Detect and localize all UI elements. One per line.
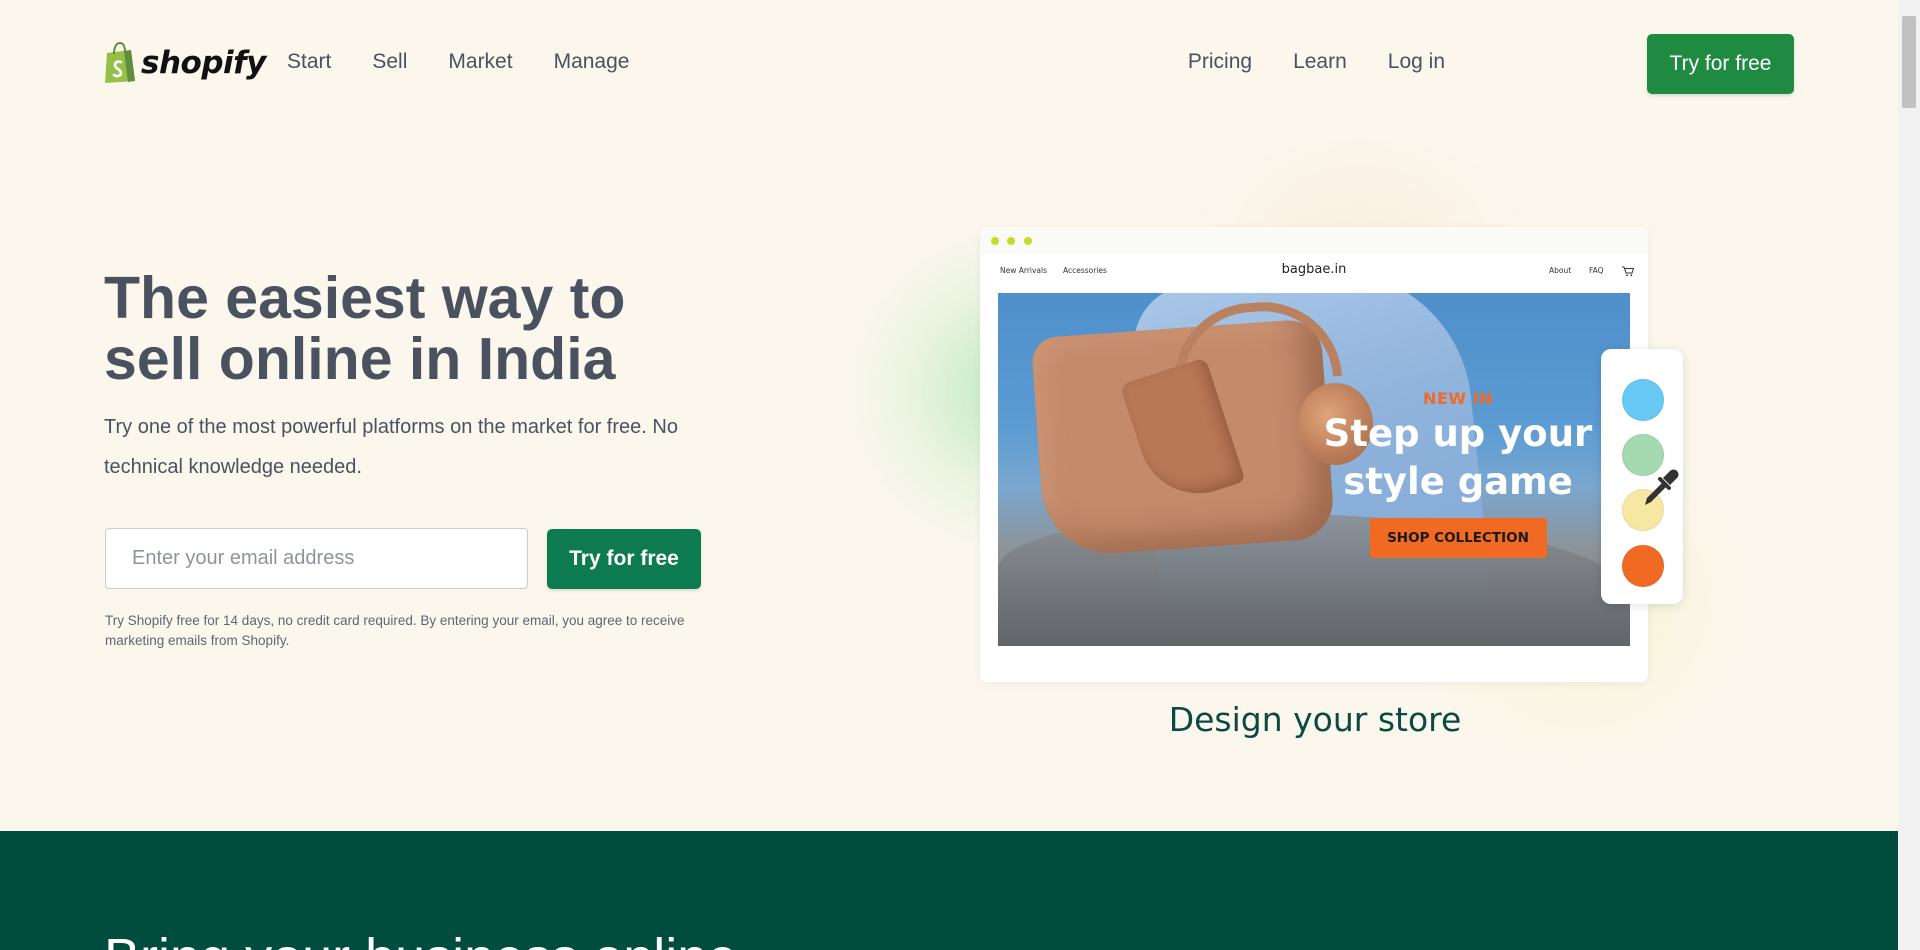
scrollbar-thumb[interactable] <box>1902 16 1916 108</box>
nav-manage[interactable]: Manage <box>554 50 630 74</box>
color-swatch-blue[interactable] <box>1622 379 1664 421</box>
store-promo: NEW IN Step up your style game SHOP COLL… <box>1298 389 1618 558</box>
promo-title: Step up your style game <box>1323 412 1593 503</box>
store-nav-about: About <box>1549 266 1572 275</box>
shop-collection-button: SHOP COLLECTION <box>1369 518 1547 558</box>
hero-title: The easiest way to sell online in India <box>104 265 626 392</box>
secondary-nav: Pricing Learn Log in <box>1188 50 1445 74</box>
nav-pricing[interactable]: Pricing <box>1188 50 1252 74</box>
store-navigation: New Arrivals Accessories bagbae.in About… <box>980 254 1648 290</box>
nav-market[interactable]: Market <box>448 50 512 74</box>
color-swatch-orange[interactable] <box>1622 545 1664 587</box>
window-dot <box>1007 237 1015 245</box>
shopping-bag-icon <box>105 42 135 83</box>
browser-title-bar <box>980 227 1648 254</box>
color-palette <box>1601 349 1683 604</box>
handbag-graphic <box>1030 296 1343 558</box>
site-header: shopify Start Sell Market Manage Pricing… <box>0 0 1898 126</box>
nav-learn[interactable]: Learn <box>1293 50 1347 74</box>
nav-sell[interactable]: Sell <box>372 50 407 74</box>
store-preview-window: New Arrivals Accessories bagbae.in About… <box>980 227 1648 682</box>
hero-subtitle: Try one of the most powerful platforms o… <box>104 416 678 478</box>
window-dot <box>991 237 999 245</box>
nav-login[interactable]: Log in <box>1388 50 1445 74</box>
band-heading: Bring your business online <box>104 927 737 950</box>
page-scrollbar[interactable] <box>1898 0 1920 950</box>
store-nav-faq: FAQ <box>1589 266 1604 275</box>
brand-name: shopify <box>141 45 266 81</box>
store-hero-image: NEW IN Step up your style game SHOP COLL… <box>998 293 1630 646</box>
try-for-free-hero-button[interactable]: Try for free <box>547 529 701 589</box>
primary-nav: Start Sell Market Manage <box>287 50 629 74</box>
trial-disclaimer: Try Shopify free for 14 days, no credit … <box>105 613 685 648</box>
email-input[interactable] <box>105 528 528 589</box>
feature-band: Bring your business online <box>0 831 1898 950</box>
promo-tag: NEW IN <box>1423 389 1493 408</box>
try-for-free-header-button[interactable]: Try for free <box>1647 34 1794 94</box>
shopify-logo[interactable]: shopify <box>104 42 266 84</box>
cart-icon <box>1622 266 1635 277</box>
eyedropper-icon <box>1645 469 1679 505</box>
store-name: bagbae.in <box>1281 262 1347 277</box>
design-caption: Design your store <box>1168 700 1462 739</box>
window-dot <box>1024 237 1032 245</box>
nav-start[interactable]: Start <box>287 50 331 74</box>
